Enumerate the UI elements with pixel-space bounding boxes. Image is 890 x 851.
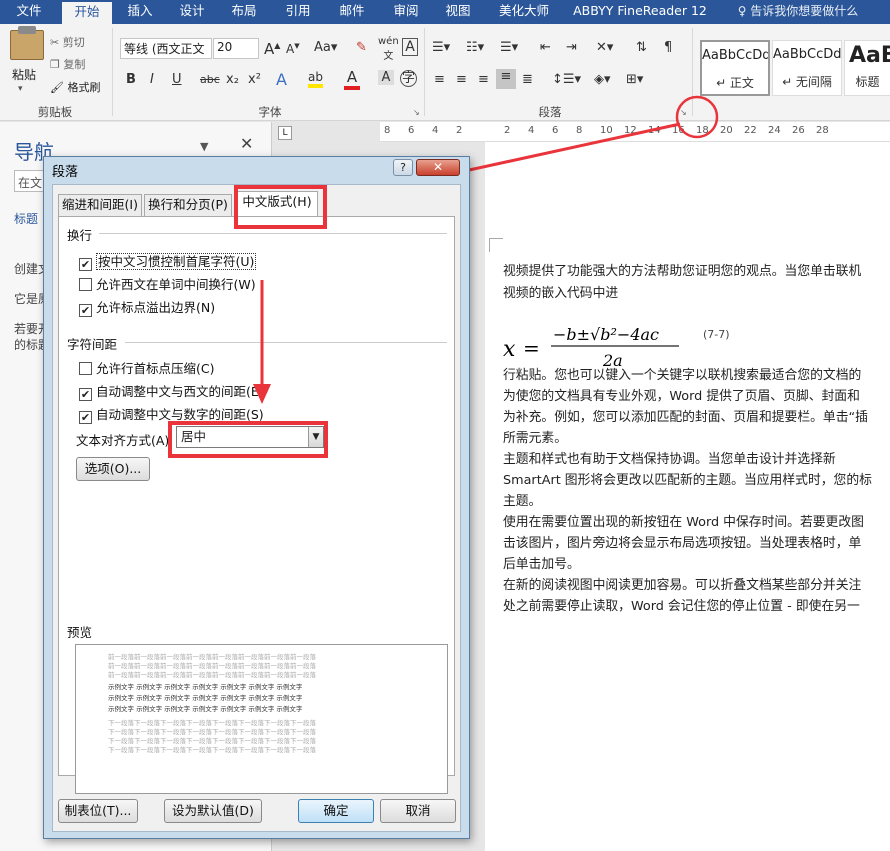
ok-button[interactable]: 确定 <box>298 799 374 823</box>
preview-next-line: 下一段落下一段落下一段落下一段落下一段落下一段落下一段落下一段落 <box>108 728 316 736</box>
checkbox-spacing-1[interactable]: ✔ <box>79 388 92 401</box>
tab-line-page-breaks[interactable]: 换行和分页(P) <box>144 194 232 216</box>
option-row[interactable]: ✔ 允许标点溢出边界(N) <box>79 297 215 317</box>
option-row[interactable]: 允许行首标点压缩(C) <box>79 358 214 377</box>
option-label: 允许标点溢出边界(N) <box>96 300 216 315</box>
tab-indents-spacing[interactable]: 缩进和间距(I) <box>58 194 142 216</box>
checkbox-wrap-1[interactable] <box>79 278 92 291</box>
option-label: 允许行首标点压缩(C) <box>96 361 215 376</box>
section-preview: 预览 <box>67 625 93 640</box>
checkbox-wrap-0[interactable]: ✔ <box>79 258 92 271</box>
option-row[interactable]: ✔ 按中文习惯控制首尾字符(U) <box>79 251 257 271</box>
section-divider <box>125 342 447 343</box>
align-label: 文本对齐方式(A): <box>76 433 174 448</box>
preview-prev-line: 前一段落前一段落前一段落前一段落前一段落前一段落前一段落前一段落 <box>108 662 316 670</box>
option-label: 按中文习惯控制首尾字符(U) <box>96 253 257 270</box>
dialog-title: 段落 <box>52 165 79 180</box>
help-icon[interactable]: ? <box>393 159 413 176</box>
option-label: 允许西文在单词中间换行(W) <box>96 277 256 292</box>
cancel-button[interactable]: 取消 <box>380 799 456 823</box>
preview-next-line: 下一段落下一段落下一段落下一段落下一段落下一段落下一段落下一段落 <box>108 737 316 745</box>
preview-next-line: 下一段落下一段落下一段落下一段落下一段落下一段落下一段落下一段落 <box>108 719 316 727</box>
checkbox-spacing-0[interactable] <box>79 362 92 375</box>
highlight-box-align <box>168 421 328 458</box>
preview-sample-line: 示例文字 示例文字 示例文字 示例文字 示例文字 示例文字 示例文字 <box>108 694 303 702</box>
checkbox-spacing-2[interactable]: ✔ <box>79 411 92 424</box>
preview-box: 前一段落前一段落前一段落前一段落前一段落前一段落前一段落前一段落 前一段落前一段… <box>75 644 448 794</box>
preview-next-line: 下一段落下一段落下一段落下一段落下一段落下一段落下一段落下一段落 <box>108 746 316 754</box>
option-row[interactable]: 允许西文在单词中间换行(W) <box>79 274 256 293</box>
preview-sample-line: 示例文字 示例文字 示例文字 示例文字 示例文字 示例文字 示例文字 <box>108 705 303 713</box>
annotation-circle <box>675 95 719 139</box>
set-default-button[interactable]: 设为默认值(D) <box>164 799 262 823</box>
preview-prev-line: 前一段落前一段落前一段落前一段落前一段落前一段落前一段落前一段落 <box>108 653 316 661</box>
option-label: 自动调整中文与数字的间距(S) <box>96 407 264 422</box>
options-button[interactable]: 选项(O)... <box>76 457 150 481</box>
option-row[interactable]: ✔ 自动调整中文与西文的间距(E) <box>79 381 264 401</box>
checkbox-wrap-2[interactable]: ✔ <box>79 304 92 317</box>
highlight-box-tab <box>234 185 327 229</box>
option-label: 自动调整中文与西文的间距(E) <box>96 384 264 399</box>
paragraph-dialog: 段落 ? ✕ 缩进和间距(I) 换行和分页(P) 中文版式(H) 换行 ✔ 按中文… <box>43 156 470 839</box>
section-spacing: 字符间距 <box>67 337 118 352</box>
preview-sample-line: 示例文字 示例文字 示例文字 示例文字 示例文字 示例文字 示例文字 <box>108 683 303 691</box>
section-wrap: 换行 <box>67 228 93 243</box>
tabs-button[interactable]: 制表位(T)... <box>58 799 138 823</box>
annotation-down-arrow <box>253 280 271 404</box>
close-icon[interactable]: ✕ <box>416 159 460 176</box>
preview-prev-line: 前一段落前一段落前一段落前一段落前一段落前一段落前一段落前一段落 <box>108 671 316 679</box>
section-divider <box>99 233 447 234</box>
